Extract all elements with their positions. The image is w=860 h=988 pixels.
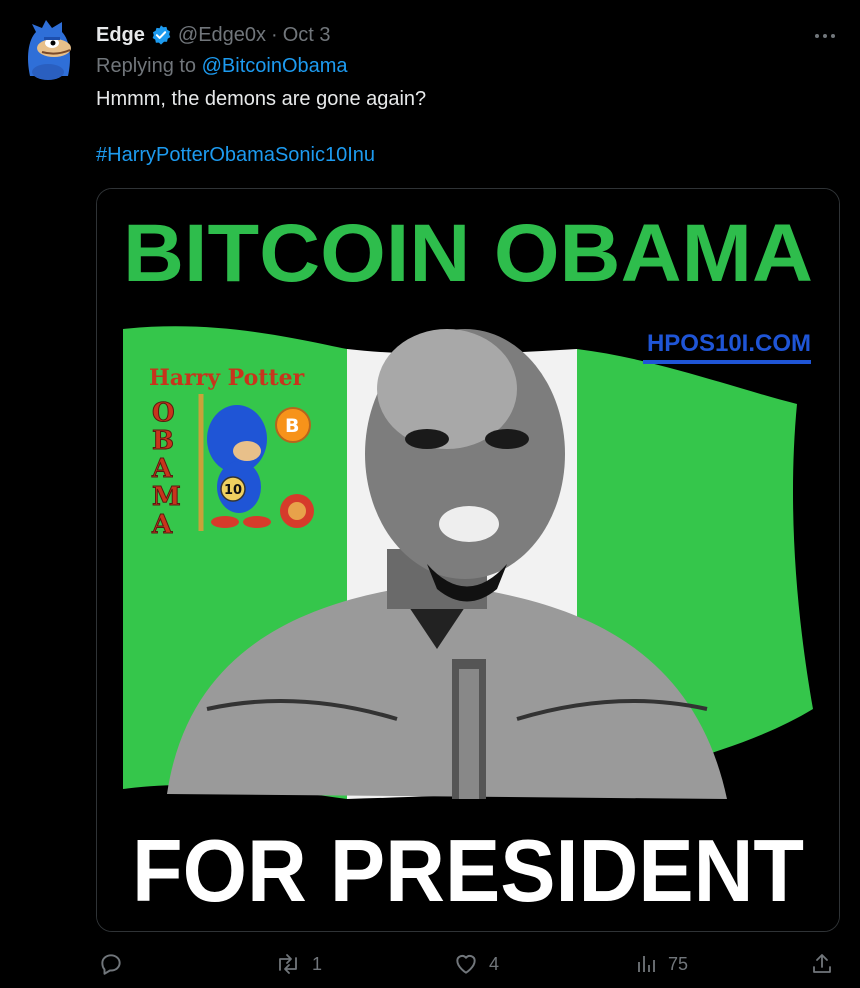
logo-letter: A xyxy=(151,510,173,540)
retweet-button[interactable]: 1 xyxy=(274,946,322,982)
logo-badge: 10 xyxy=(224,483,242,498)
retweet-count: 1 xyxy=(312,953,323,974)
share-icon xyxy=(813,954,831,973)
action-bar: 1 4 75 xyxy=(96,946,838,982)
author-name[interactable]: Edge xyxy=(96,24,145,47)
views-button[interactable]: 75 xyxy=(634,946,688,982)
more-button[interactable] xyxy=(810,24,840,48)
replying-to-link[interactable]: @BitcoinObama xyxy=(202,55,348,77)
logo-letter: M xyxy=(152,482,181,512)
tweet-text: Hmmm, the demons are gone again? xyxy=(96,88,427,110)
verified-badge-icon xyxy=(152,25,171,45)
media-footer: FOR PRESIDENT xyxy=(132,821,804,920)
logo-letter: B xyxy=(152,426,174,456)
more-horizontal-icon xyxy=(815,34,835,38)
heart-icon xyxy=(456,954,476,974)
views-icon xyxy=(638,956,655,972)
avatar-image xyxy=(28,20,71,80)
tweet-header: Edge @Edge0x · Oct 3 xyxy=(96,22,331,48)
tweet-date[interactable]: Oct 3 xyxy=(283,24,331,47)
media-headline: BITCOIN OBAMA xyxy=(123,208,813,299)
replying-to-line: Replying to @BitcoinObama xyxy=(96,55,348,78)
tweet-media[interactable]: Harry Potter O B A M A 10 B BITCOIN OBAM… xyxy=(96,188,840,932)
logo-title: Harry Potter xyxy=(149,365,305,391)
logo-letter: A xyxy=(151,454,173,484)
views-count: 75 xyxy=(668,953,689,974)
replying-prefix: Replying to xyxy=(96,55,202,77)
logo-letter: O xyxy=(152,398,175,428)
media-image: Harry Potter O B A M A 10 B BITCOIN OBAM… xyxy=(97,189,839,931)
share-button[interactable] xyxy=(810,946,844,982)
like-count: 4 xyxy=(489,953,500,974)
reply-icon xyxy=(101,954,121,975)
retweet-icon xyxy=(279,954,297,974)
hashtag-link[interactable]: #HarryPotterObamaSonic10Inu xyxy=(96,144,375,167)
header-separator: · xyxy=(271,23,278,46)
media-url: HPOS10I.COM xyxy=(647,330,811,357)
author-handle[interactable]: @Edge0x xyxy=(178,24,266,47)
coin-symbol: B xyxy=(285,415,299,437)
like-button[interactable]: 4 xyxy=(453,946,499,982)
avatar[interactable] xyxy=(22,18,74,80)
reply-button[interactable] xyxy=(98,946,134,982)
